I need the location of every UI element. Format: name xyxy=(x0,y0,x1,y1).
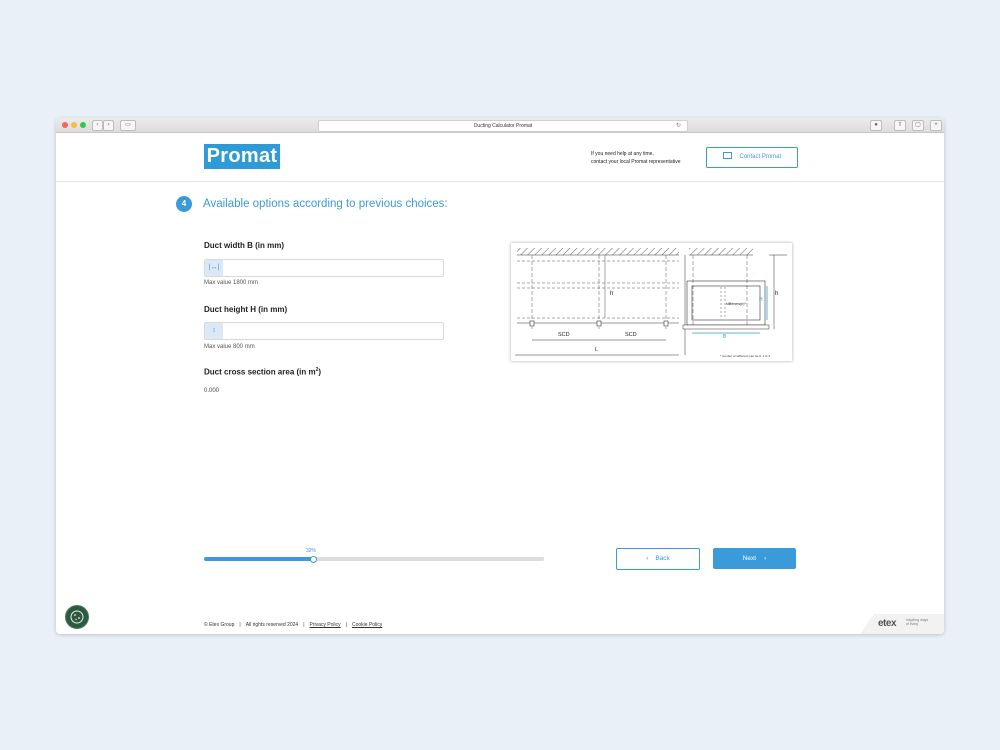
page-title: Ducting Calculator Promat xyxy=(473,123,533,129)
share-icon[interactable]: ⇧ xyxy=(894,120,906,131)
promat-logo[interactable]: Promat xyxy=(204,144,280,169)
minimize-window-icon[interactable] xyxy=(71,122,77,128)
step-title: Available options according to previous … xyxy=(203,198,448,210)
hanger-middle xyxy=(596,320,602,327)
etex-tagline: Inspiring ways of living xyxy=(906,618,928,626)
support-bar xyxy=(682,324,770,330)
close-window-icon[interactable] xyxy=(62,122,68,128)
maximize-window-icon[interactable] xyxy=(80,122,86,128)
duct-width-hint: Max value 1800 mm xyxy=(204,280,259,286)
progress-fill xyxy=(204,557,313,561)
diagram-label-h-left: h xyxy=(610,291,613,297)
next-button-label: Next xyxy=(742,555,757,562)
reload-icon[interactable]: ↻ xyxy=(676,121,681,131)
duct-height-label: Duct height H (in mm) xyxy=(204,305,288,314)
browser-titlebar: ‹ › ▭ Ducting Calculator Promat ↻ ● ⇧ ▢ … xyxy=(56,118,944,133)
chevron-left-icon: ‹ xyxy=(646,555,649,562)
duct-diagram: h SCD SCD L stiffeners(n)* h H B * numbe… xyxy=(511,243,792,361)
diagram-label-scd-2: SCD xyxy=(625,332,637,338)
cross-section-area-value: 0.000 xyxy=(204,388,220,394)
cross-section-area-label: Duct cross section area (in m2) xyxy=(204,367,321,377)
forward-arrow-icon[interactable]: › xyxy=(103,120,114,131)
help-line-1: If you need help at any time, xyxy=(591,151,654,157)
height-arrows-icon: ↕ xyxy=(205,323,223,339)
duct-height-input[interactable]: ↕ xyxy=(204,322,444,340)
site-header: Promat If you need help at any time, con… xyxy=(56,133,944,182)
cookie-settings-button[interactable] xyxy=(65,605,89,629)
diagram-footnote: * number of stiffeners can be 0, 1 or 2 xyxy=(720,354,770,358)
mail-icon xyxy=(722,151,732,159)
footer-rights: All rights reserved 2024 xyxy=(245,622,299,628)
add-tab-icon[interactable]: + xyxy=(930,120,942,131)
sidebar-icon[interactable]: ▭ xyxy=(120,120,136,131)
diagram-label-h-right: h xyxy=(775,291,778,297)
browser-window: ‹ › ▭ Ducting Calculator Promat ↻ ● ⇧ ▢ … xyxy=(56,118,944,634)
duct-width-label: Duct width B (in mm) xyxy=(204,241,284,250)
help-line-2: contact your local Promat representative xyxy=(591,159,681,165)
address-bar[interactable]: Ducting Calculator Promat ↻ xyxy=(318,120,688,132)
area-label-end: ) xyxy=(318,367,322,377)
etex-brand[interactable]: etex Inspiring ways of living xyxy=(860,614,944,634)
footer-copyright: © Etex Group xyxy=(204,622,235,628)
diagram-label-B: B xyxy=(723,334,727,340)
hanger-right xyxy=(663,320,669,327)
cookie-icon xyxy=(70,610,84,624)
width-arrows-icon: |↔| xyxy=(205,260,223,276)
etex-logo: etex xyxy=(878,618,897,629)
progress-percent-label: 32% xyxy=(306,548,317,554)
back-arrow-icon[interactable]: ‹ xyxy=(92,120,103,131)
chevron-right-icon: › xyxy=(764,555,767,562)
back-button[interactable]: ‹ Back xyxy=(616,548,700,570)
duct-width-input[interactable]: |↔| xyxy=(204,259,444,277)
privacy-policy-link[interactable]: Privacy Policy xyxy=(310,622,341,628)
tabs-icon[interactable]: ▢ xyxy=(912,120,924,131)
progress-bar xyxy=(204,556,544,563)
duct-height-hint: Max value 800 mm xyxy=(204,344,255,350)
contact-promat-button[interactable]: Contact Promat xyxy=(706,147,798,168)
extension-icon[interactable]: ● xyxy=(870,120,882,131)
diagram-label-H: H xyxy=(759,297,763,303)
help-text: If you need help at any time, contact yo… xyxy=(591,150,681,166)
step-number-badge: 4 xyxy=(176,196,192,212)
next-button[interactable]: Next › xyxy=(713,548,796,569)
area-label-text: Duct cross section area (in m xyxy=(204,367,316,377)
contact-button-label: Contact Promat xyxy=(739,154,782,160)
ceiling-hatch-right xyxy=(689,248,753,255)
ceiling-hatch-left xyxy=(517,248,679,255)
diagram-label-scd-1: SCD xyxy=(558,332,570,338)
cookie-policy-link[interactable]: Cookie Policy xyxy=(352,622,382,628)
duct-diagram-svg: h SCD SCD L stiffeners(n)* h H B * numbe… xyxy=(515,248,787,358)
diagram-label-l: L xyxy=(595,347,598,353)
hanger-left xyxy=(529,320,535,327)
progress-knob xyxy=(309,556,317,563)
back-button-label: Back xyxy=(655,555,670,562)
etex-tagline-2: of living xyxy=(906,622,918,626)
diagram-label-stiffeners: stiffeners(n)* xyxy=(726,302,746,306)
site-footer: © Etex Group | All rights reserved 2024 | Pr… xyxy=(204,622,383,628)
